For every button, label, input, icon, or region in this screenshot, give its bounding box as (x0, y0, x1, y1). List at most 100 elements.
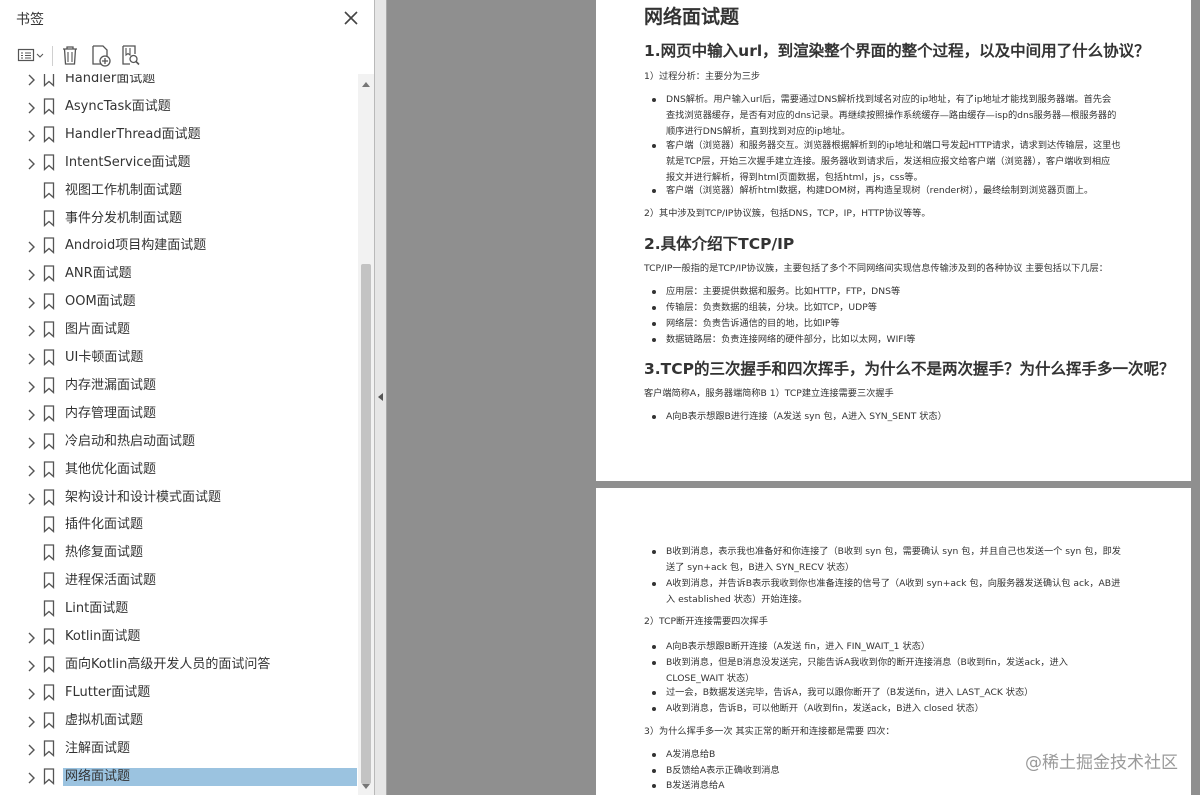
paragraph: TCP/IP一般指的是TCP/IP协议簇，主要包括了多个不同网络间实现信息传输涉… (644, 263, 1108, 274)
bookmark-item[interactable]: Lint面试题 (0, 597, 358, 621)
close-icon[interactable] (340, 7, 362, 29)
bookmark-icon (43, 488, 55, 506)
bookmark-item[interactable]: 内存管理面试题 (0, 402, 358, 426)
expand-chevron-icon[interactable] (26, 295, 36, 309)
scrollbar-thumb[interactable] (361, 264, 371, 784)
list-item: 应用层：主要提供数据和服务。比如HTTP，FTP，DNS等 (652, 284, 1146, 300)
list-item-line: B发送消息给A (666, 780, 725, 791)
list-item: 客户端（浏览器）解析html数据，构建DOM树，再构造呈现树（render树），… (652, 183, 1146, 199)
bookmark-icon (43, 74, 55, 87)
expand-chevron-icon[interactable] (26, 435, 36, 449)
expand-chevron-icon[interactable] (26, 463, 36, 477)
list-item-line: 过一会，B数据发送完毕，告诉A，我可以跟你断开了（B发送fin，进入 LAST_… (666, 687, 1034, 698)
bookmark-item[interactable]: HandlerThread面试题 (0, 123, 358, 147)
delete-bookmark-icon[interactable] (58, 42, 82, 68)
bookmark-item[interactable]: AsyncTask面试题 (0, 95, 358, 119)
expand-chevron-icon[interactable] (26, 351, 36, 365)
expand-chevron-icon[interactable] (26, 714, 36, 728)
bookmark-icon (43, 712, 55, 729)
bookmark-item[interactable]: 热修复面试题 (0, 541, 358, 565)
list-item-line: 查找浏览器缓存，是否有对应的dns记录。再继续按照操作系统缓存—路由缓存—isp… (666, 110, 1117, 121)
panel-header: 书签 (0, 0, 374, 36)
bookmark-tree: Handler面试题 AsyncTask面试题 HandlerThread面试题 In… (0, 74, 358, 795)
bookmark-label: 虚拟机面试题 (65, 712, 144, 728)
bookmark-item[interactable]: 冷启动和热启动面试题 (0, 430, 358, 454)
bookmark-label: 热修复面试题 (65, 545, 144, 561)
list-item: A向B表示想跟B进行连接（A发送 syn 包，A进入 SYN_SENT 状态） (652, 409, 1146, 425)
bookmark-item[interactable]: 架构设计和设计模式面试题 (0, 486, 358, 510)
bookmark-item[interactable]: Kotlin面试题 (0, 625, 358, 649)
bookmark-item[interactable]: ANR面试题 (0, 262, 358, 286)
expand-chevron-icon[interactable] (26, 323, 36, 337)
list-item-line: A收到消息，并告诉B表示我收到你也准备连接的信号了（A收到 syn+ack 包，… (666, 578, 1121, 589)
expand-chevron-icon[interactable] (26, 407, 36, 421)
list-item: 客户端（浏览器）和服务器交互。浏览器根据解析到的ip地址和端口号发起HTTP请求… (652, 138, 1146, 186)
bookmark-item[interactable]: 视图工作机制面试题 (0, 179, 358, 203)
bookmark-label: ANR面试题 (65, 266, 132, 282)
bookmark-label: 其他优化面试题 (65, 461, 157, 477)
list-item-line: 应用层：主要提供数据和服务。比如HTTP，FTP，DNS等 (666, 286, 901, 297)
bookmark-icon (43, 98, 55, 115)
bookmark-label: 视图工作机制面试题 (65, 182, 183, 198)
bookmark-item[interactable]: 图片面试题 (0, 318, 358, 342)
bookmark-icon (43, 126, 55, 143)
bookmark-icon (43, 349, 55, 366)
expand-chevron-icon[interactable] (26, 379, 36, 393)
bookmark-icon (43, 684, 55, 701)
bookmark-icon (43, 209, 55, 227)
options-menu-icon[interactable] (16, 42, 46, 68)
bookmark-label: 注解面试题 (65, 740, 131, 756)
expand-chevron-icon[interactable] (26, 239, 36, 253)
bookmark-item[interactable]: 虚拟机面试题 (0, 709, 358, 733)
scroll-up-icon[interactable] (362, 82, 370, 87)
panel-splitter[interactable] (375, 0, 387, 795)
find-bookmark-icon[interactable] (118, 42, 142, 68)
bookmark-label: 事件分发机制面试题 (65, 210, 183, 226)
bookmark-item[interactable]: Handler面试题 (0, 74, 358, 91)
bookmark-label: 图片面试题 (65, 322, 131, 338)
expand-chevron-icon[interactable] (26, 100, 36, 114)
bookmark-item[interactable]: 进程保活面试题 (0, 569, 358, 593)
bookmark-icon (43, 767, 55, 785)
bookmark-icon (43, 460, 55, 478)
heading-q3: 3.TCP的三次握手和四次挥手，为什么不是两次握手？为什么挥手多一次呢？ (644, 360, 1175, 378)
expand-chevron-icon[interactable] (26, 74, 36, 86)
expand-chevron-icon[interactable] (26, 267, 36, 281)
bookmark-item[interactable]: Android项目构建面试题 (0, 234, 358, 258)
collapse-panel-icon[interactable] (378, 393, 383, 401)
bookmark-item[interactable]: 面向Kotlin高级开发人员的面试问答 (0, 653, 358, 677)
bookmark-item[interactable]: 网络面试题 (0, 765, 358, 789)
bookmark-item[interactable]: IntentService面试题 (0, 151, 358, 175)
bookmark-item[interactable]: UI卡顿面试题 (0, 346, 358, 370)
bookmark-scrollbar[interactable] (358, 74, 374, 795)
expand-chevron-icon[interactable] (26, 491, 36, 505)
bookmark-item[interactable]: 其他优化面试题 (0, 458, 358, 482)
panel-title: 书签 (16, 12, 44, 28)
expand-chevron-icon[interactable] (26, 128, 36, 142)
bookmark-item[interactable]: FLutter面试题 (0, 681, 358, 705)
list-item: A收到消息，告诉B，可以他断开（A收到fin，发送ack，B进入 closed … (652, 701, 1146, 717)
scroll-down-icon[interactable] (362, 784, 370, 789)
expand-chevron-icon[interactable] (26, 658, 36, 672)
bookmark-icon (43, 237, 55, 255)
bookmark-item[interactable]: OOM面试题 (0, 290, 358, 314)
bookmark-label: Android项目构建面试题 (65, 238, 207, 254)
bookmark-item[interactable]: 事件分发机制面试题 (0, 207, 358, 231)
expand-chevron-icon[interactable] (26, 630, 36, 644)
expand-chevron-icon[interactable] (26, 686, 36, 700)
document-viewer[interactable]: 网络面试题 1.网页中输入url，到渲染整个界面的整个过程，以及中间用了什么协议… (388, 0, 1200, 795)
bookmark-label: 插件化面试题 (65, 517, 144, 533)
list-item: A收到消息，并告诉B表示我收到你也准备连接的信号了（A收到 syn+ack 包，… (652, 576, 1146, 608)
expand-chevron-icon[interactable] (26, 156, 36, 170)
list-item-line: 客户端（浏览器）和服务器交互。浏览器根据解析到的ip地址和端口号发起HTTP请求… (666, 140, 1121, 151)
expand-chevron-icon[interactable] (26, 770, 36, 784)
bookmark-icon (43, 321, 55, 339)
bookmark-icon (43, 293, 55, 311)
bookmark-item[interactable]: 插件化面试题 (0, 513, 358, 537)
bookmark-item[interactable]: 注解面试题 (0, 737, 358, 761)
bookmark-item[interactable]: 内存泄漏面试题 (0, 374, 358, 398)
list-item-line: DNS解析。用户输入url后，需要通过DNS解析找到域名对应的ip地址，有了ip… (666, 94, 1112, 105)
add-bookmark-icon[interactable] (88, 42, 112, 68)
expand-chevron-icon[interactable] (26, 742, 36, 756)
bookmark-icon (43, 516, 55, 534)
